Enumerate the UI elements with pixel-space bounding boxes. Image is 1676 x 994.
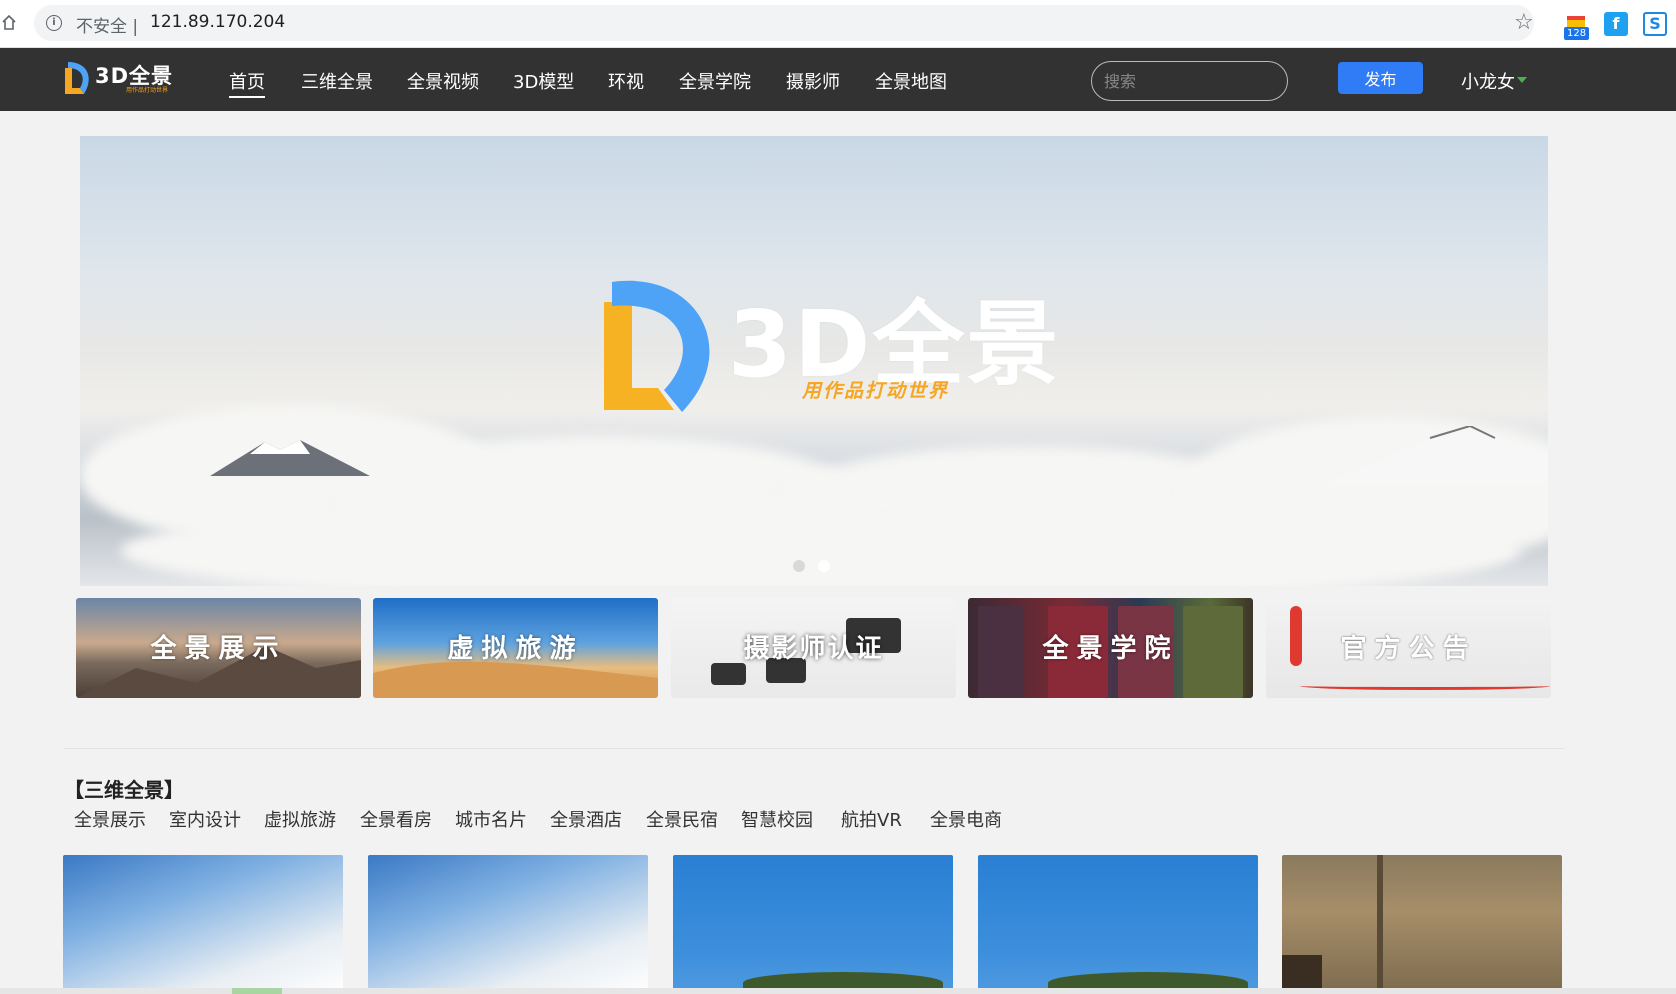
subcategory-link[interactable]: 室内设计 xyxy=(169,806,241,832)
tile-label: 摄影师认证 xyxy=(743,634,884,664)
extension-s-icon[interactable]: S xyxy=(1643,12,1667,36)
scrollbar-thumb[interactable] xyxy=(232,988,282,994)
subcategory-link[interactable]: 全景看房 xyxy=(360,806,432,832)
search-input[interactable] xyxy=(1091,61,1288,101)
url-text[interactable]: 121.89.170.204 xyxy=(150,12,285,32)
section-divider xyxy=(64,748,1564,749)
telephone-cord-image xyxy=(1300,682,1550,690)
panorama-card[interactable] xyxy=(673,855,953,994)
tile-label: 全景展示 xyxy=(150,634,287,664)
nav-panorama-map[interactable]: 全景地图 xyxy=(875,68,947,98)
home-icon[interactable] xyxy=(2,13,16,31)
extension-badge: 128 xyxy=(1564,27,1590,40)
tile-photographer-certification[interactable]: 摄影师认证 xyxy=(671,598,956,698)
panorama-card[interactable] xyxy=(63,855,343,994)
user-menu[interactable]: 小龙女 xyxy=(1461,68,1515,94)
section-title: 【三维全景】 xyxy=(64,778,184,802)
telephone-image xyxy=(1290,606,1302,666)
tile-panorama-academy[interactable]: 全景学院 xyxy=(968,598,1253,698)
nav-photographer[interactable]: 摄影师 xyxy=(786,68,840,98)
publish-button[interactable]: 发布 xyxy=(1338,62,1423,94)
nav-home[interactable]: 首页 xyxy=(229,68,265,98)
banner-logo-icon xyxy=(604,280,710,412)
mountain-peak-right xyxy=(1320,426,1548,486)
subcategory-link[interactable]: 全景民宿 xyxy=(646,806,718,832)
info-icon[interactable]: i xyxy=(46,15,62,31)
subcategory-link[interactable]: 全景酒店 xyxy=(550,806,622,832)
panorama-card[interactable] xyxy=(1282,855,1562,994)
subcategory-link[interactable]: 智慧校园 xyxy=(741,806,813,832)
subcategory-link[interactable]: 虚拟旅游 xyxy=(264,806,336,832)
nav-3d-panorama[interactable]: 三维全景 xyxy=(301,68,373,98)
panorama-card[interactable] xyxy=(368,855,648,994)
tile-label: 全景学院 xyxy=(1042,634,1179,664)
carousel-dot-2-active[interactable] xyxy=(818,560,830,572)
tile-label: 官方公告 xyxy=(1340,634,1477,664)
extension-f-icon[interactable]: f xyxy=(1604,12,1628,36)
security-label: 不安全 | xyxy=(76,17,139,37)
nav-panorama-academy[interactable]: 全景学院 xyxy=(679,68,751,98)
nav-3d-model[interactable]: 3D模型 xyxy=(513,68,574,98)
tile-label: 虚拟旅游 xyxy=(447,634,584,664)
nav-panorama-video[interactable]: 全景视频 xyxy=(407,68,479,98)
browser-toolbar: i 不安全 | 121.89.170.204 ☆ 128 f S xyxy=(0,0,1676,48)
bookmark-star-icon[interactable]: ☆ xyxy=(1514,10,1534,35)
mountain-peak-left xyxy=(210,440,370,476)
subcategory-link[interactable]: 航拍VR xyxy=(841,806,902,832)
wall-pipe-image xyxy=(1377,855,1383,994)
subcategory-link[interactable]: 全景电商 xyxy=(930,806,1002,832)
nav-surround-view[interactable]: 环视 xyxy=(608,68,644,98)
tile-panorama-display[interactable]: 全景展示 xyxy=(76,598,361,698)
panorama-card[interactable] xyxy=(978,855,1258,994)
logo-tagline: 用作品打动世界 xyxy=(126,87,169,94)
subcategory-link[interactable]: 城市名片 xyxy=(455,806,527,832)
subcategory-link[interactable]: 全景展示 xyxy=(74,806,146,832)
carousel-dot-1[interactable] xyxy=(793,560,805,572)
chevron-down-icon[interactable] xyxy=(1517,77,1527,83)
camera-image xyxy=(711,663,746,685)
banner-subtitle: 用作品打动世界 xyxy=(802,380,950,402)
tile-virtual-tour[interactable]: 虚拟旅游 xyxy=(373,598,658,698)
